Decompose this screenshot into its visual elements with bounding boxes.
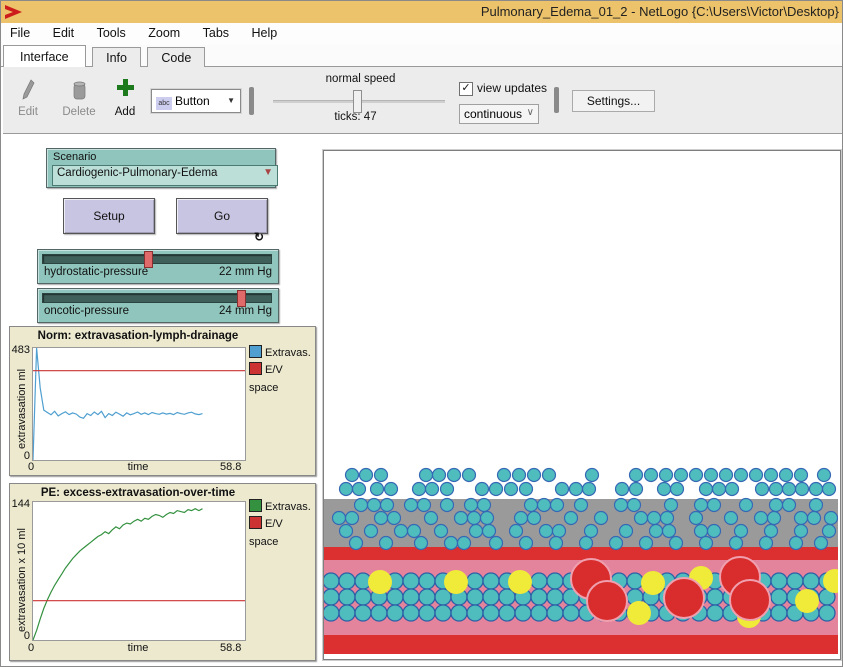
plot-title: Norm: extravasation-lymph-drainage xyxy=(32,330,244,342)
chevron-down-icon: ∨ xyxy=(527,107,534,118)
slider-name: oncotic-pressure xyxy=(44,305,129,317)
slider-track[interactable] xyxy=(42,254,272,264)
tab-bar: Interface Info Code xyxy=(1,45,843,67)
forever-icon: ↻ xyxy=(254,231,264,243)
legend-swatch-red xyxy=(249,516,262,529)
toolbar-separator xyxy=(249,87,254,115)
delete-label: Delete xyxy=(58,106,100,118)
scenario-chooser[interactable]: Scenario Cardiogenic-Pulmonary-Edema ▼ xyxy=(46,148,276,188)
menu-file[interactable]: File xyxy=(1,23,39,43)
netlogo-app-icon xyxy=(5,4,23,20)
world-view[interactable] xyxy=(323,150,841,660)
plot-legend: Extravas. E/V space xyxy=(249,343,315,377)
delete-button[interactable]: Delete xyxy=(58,79,100,118)
chooser-value-box[interactable]: Cardiogenic-Pulmonary-Edema ▼ xyxy=(52,165,278,186)
tab-interface[interactable]: Interface xyxy=(3,45,86,68)
view-updates-checkbox[interactable]: ✓ xyxy=(459,82,473,96)
tab-code[interactable]: Code xyxy=(147,47,205,68)
menu-edit[interactable]: Edit xyxy=(44,23,84,43)
netlogo-window: Pulmonary_Edema_01_2 - NetLogo {C:\Users… xyxy=(0,0,843,667)
chooser-label: Scenario xyxy=(53,151,96,163)
settings-button[interactable]: Settings... xyxy=(572,90,655,112)
pencil-icon xyxy=(11,79,45,101)
hydrostatic-pressure-slider[interactable]: hydrostatic-pressure 22 mm Hg xyxy=(37,249,279,284)
slider-track[interactable] xyxy=(42,293,272,303)
edit-label: Edit xyxy=(11,106,45,118)
y-axis-label: extravasation ml xyxy=(16,369,28,449)
x-axis-label: time xyxy=(32,461,244,473)
checkmark-icon: ✓ xyxy=(461,82,470,94)
legend-item: E/V space xyxy=(249,514,315,531)
plot-title: PE: excess-extravasation-over-time xyxy=(32,487,244,499)
menu-help[interactable]: Help xyxy=(243,23,287,43)
menu-bar: File Edit Tools Zoom Tabs Help xyxy=(1,23,843,45)
speed-slider-label: normal speed xyxy=(293,73,428,85)
menu-zoom[interactable]: Zoom xyxy=(139,23,189,43)
go-label: Go xyxy=(214,209,230,223)
y-max-tick: 483 xyxy=(10,344,30,356)
slider-name: hydrostatic-pressure xyxy=(44,266,148,278)
title-bar: Pulmonary_Edema_01_2 - NetLogo {C:\Users… xyxy=(1,1,843,23)
chooser-arrow-icon: ▼ xyxy=(263,167,273,178)
trash-icon xyxy=(58,79,100,101)
y-axis-label: extravasation x 10 ml xyxy=(16,528,28,632)
add-label: Add xyxy=(108,106,142,118)
chooser-selected-value: Cardiogenic-Pulmonary-Edema xyxy=(57,167,217,179)
widget-type-dropdown[interactable]: abcButton ▼ xyxy=(151,89,241,113)
widget-type-value: Button xyxy=(175,94,210,108)
x-max-tick: 58.8 xyxy=(220,461,241,473)
x-max-tick: 58.8 xyxy=(220,642,241,654)
legend-item: Extravas. xyxy=(249,343,315,360)
update-mode-value: continuous xyxy=(464,107,522,121)
legend-swatch-red xyxy=(249,362,262,375)
y-min-tick: 0 xyxy=(10,450,30,462)
x-axis-label: time xyxy=(32,642,244,654)
setup-button[interactable]: Setup xyxy=(63,198,155,234)
window-title: Pulmonary_Edema_01_2 - NetLogo {C:\Users… xyxy=(481,4,839,19)
update-mode-dropdown[interactable]: continuous ∨ xyxy=(459,104,539,124)
menu-tools[interactable]: Tools xyxy=(88,23,135,43)
slider-value: 24 mm Hg xyxy=(219,305,272,317)
oncotic-pressure-slider[interactable]: oncotic-pressure 24 mm Hg xyxy=(37,288,279,323)
world-view-canvas xyxy=(324,151,838,657)
legend-item: E/V space xyxy=(249,360,315,377)
ticks-counter: ticks: 47 xyxy=(293,111,418,123)
plot-legend: Extravas. E/V space xyxy=(249,497,315,531)
plot-canvas xyxy=(32,347,246,461)
interface-toolbar: Edit Delete Add abcButton ▼ normal speed… xyxy=(3,67,842,134)
speed-slider-thumb[interactable] xyxy=(353,90,362,113)
go-button[interactable]: Go ↻ xyxy=(176,198,268,234)
y-max-tick: 144 xyxy=(10,498,30,510)
plot-canvas xyxy=(32,501,246,641)
tab-info[interactable]: Info xyxy=(92,47,141,68)
menu-tabs[interactable]: Tabs xyxy=(194,23,238,43)
plus-icon xyxy=(108,77,142,101)
toolbar-separator xyxy=(554,87,559,113)
plot-series-svg xyxy=(33,502,245,640)
plot-norm-extravasation: Norm: extravasation-lymph-drainage 483 0… xyxy=(9,326,316,476)
slider-value: 22 mm Hg xyxy=(219,266,272,278)
chevron-down-icon: ▼ xyxy=(227,90,235,112)
interface-workspace: Scenario Cardiogenic-Pulmonary-Edema ▼ S… xyxy=(3,134,842,666)
add-button[interactable]: Add xyxy=(108,77,142,118)
edit-button[interactable]: Edit xyxy=(11,79,45,118)
legend-item: Extravas. xyxy=(249,497,315,514)
legend-swatch-green xyxy=(249,499,262,512)
button-widget-icon: abc xyxy=(156,97,172,110)
view-updates-label: view updates xyxy=(477,81,547,95)
legend-swatch-blue xyxy=(249,345,262,358)
plot-excess-extravasation: PE: excess-extravasation-over-time 144 0… xyxy=(9,483,316,661)
plot-series-svg xyxy=(33,348,245,460)
